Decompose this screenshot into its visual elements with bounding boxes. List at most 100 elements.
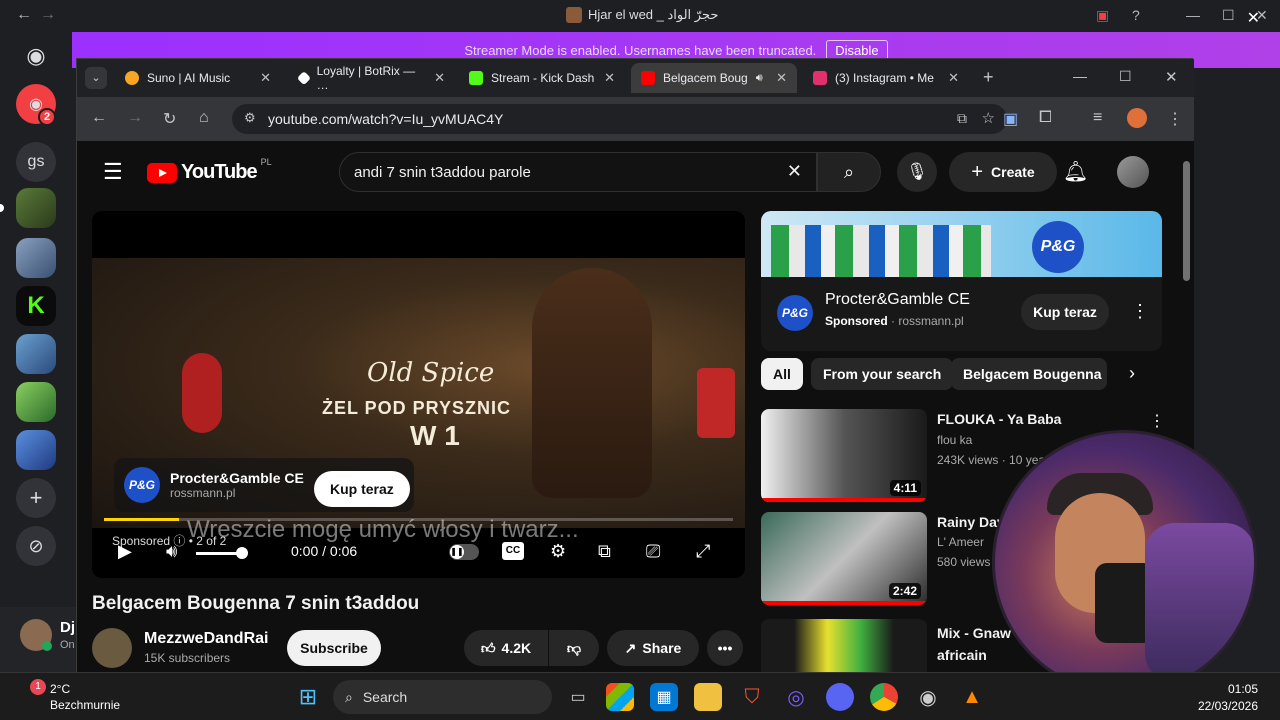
fullscreen-icon[interactable]: ⤢ [696, 541, 710, 562]
install-app-icon[interactable]: ⧉ [957, 110, 967, 127]
clear-search-icon[interactable]: ✕ [787, 161, 802, 182]
chevron-right-icon[interactable]: › [1129, 363, 1135, 384]
close-window-icon[interactable]: ✕ [1165, 68, 1178, 86]
help-icon[interactable]: ? [1132, 7, 1140, 23]
maximize-icon[interactable]: ☐ [1119, 68, 1132, 85]
tab-close-icon[interactable]: ✕ [776, 70, 787, 86]
related-title[interactable]: Mix - Gnaw [937, 625, 1011, 641]
tab-close-icon[interactable]: ✕ [434, 70, 445, 86]
new-tab-icon[interactable]: + [983, 67, 994, 88]
kick-server-icon[interactable]: K [16, 286, 56, 326]
home-icon[interactable]: ⌂ [199, 109, 209, 127]
share-button[interactable]: ↗ Share [607, 630, 699, 666]
related-thumbnail[interactable]: 2:42 [761, 512, 927, 605]
audio-playing-icon[interactable]: 🔊︎ [756, 72, 763, 85]
extensions-puzzle-icon[interactable]: ⧠ [1039, 109, 1052, 127]
related-thumbnail[interactable]: 4:11 [761, 409, 927, 502]
obs-icon[interactable]: ◉ [914, 683, 942, 711]
tab-botrix[interactable]: Loyalty | BotRix — … ✕ [289, 63, 455, 93]
discover-icon[interactable]: ⊘ [16, 526, 56, 566]
more-actions-button[interactable]: ••• [707, 630, 743, 666]
file-explorer-icon[interactable] [694, 683, 722, 711]
inbox-icon[interactable]: ▣ [1096, 7, 1109, 24]
brave-icon[interactable]: ⛉ [738, 683, 766, 711]
channel-avatar[interactable] [92, 628, 132, 668]
tab-kick[interactable]: Stream - Kick Dash ✕ [459, 63, 625, 93]
back-arrow-icon[interactable]: ← [16, 6, 32, 24]
subscribe-button[interactable]: Subscribe [287, 630, 381, 666]
chip-belgacem[interactable]: Belgacem Bougenna [951, 358, 1107, 390]
tab-close-icon[interactable]: ✕ [604, 70, 615, 86]
chip-all[interactable]: All [761, 358, 803, 390]
related-title-line2[interactable]: africain [937, 647, 987, 663]
site-info-icon[interactable]: ⚙ [244, 110, 256, 126]
account-avatar[interactable] [1117, 156, 1149, 188]
vlc-icon[interactable]: ▲ [958, 683, 986, 711]
taskbar-search[interactable]: ⌕ Search [333, 680, 552, 714]
related-title[interactable]: FLOUKA - Ya Baba [937, 411, 1061, 427]
menu-kebab-icon[interactable]: ⋮ [1167, 109, 1183, 129]
tab-youtube[interactable]: Belgacem Boug 🔊︎ ✕ [631, 63, 797, 93]
profile-avatar[interactable] [1127, 108, 1147, 128]
minimize-icon[interactable]: — [1073, 68, 1087, 84]
tab-instagram[interactable]: (3) Instagram • Me ✕ [803, 63, 969, 93]
server-gs[interactable]: gs [16, 142, 56, 182]
settings-gear-icon[interactable]: ⚙ [550, 541, 566, 562]
chip-from-your-search[interactable]: From your search [811, 358, 954, 390]
media-controls-icon[interactable]: ≡ [1093, 109, 1102, 127]
progress-bar[interactable] [104, 518, 733, 521]
ad-more-icon[interactable]: ⋮ [1131, 301, 1149, 322]
tab-search-icon[interactable]: ⌄ [85, 67, 107, 89]
store-icon[interactable]: ▦ [650, 683, 678, 711]
address-bar[interactable]: ⚙ youtube.com/watch?v=Iu_yvMUAC4Y ⧉ ☆ [232, 104, 1007, 134]
related-thumbnail[interactable] [761, 619, 927, 673]
like-button[interactable]: 👍︎ 4.2K [464, 630, 548, 666]
server-avatar[interactable] [16, 188, 56, 228]
captions-icon[interactable]: CC [502, 542, 524, 560]
system-clock[interactable]: 01:05 22/03/2026 [1198, 681, 1258, 715]
search-button[interactable]: ⌕ [817, 152, 881, 192]
dislike-button[interactable]: 👎︎ [549, 630, 599, 666]
autoplay-toggle[interactable]: ❚❚ [449, 544, 479, 560]
server-avatar[interactable] [16, 430, 56, 470]
windows-start-icon[interactable]: ⊞ [294, 683, 322, 711]
discord-taskbar-icon[interactable] [826, 683, 854, 711]
miniplayer-icon[interactable]: ⧉ [598, 541, 611, 562]
forward-icon[interactable]: → [127, 109, 143, 127]
weather-widget[interactable]: 2°C Bezchmurnie [50, 681, 120, 713]
scrollbar-thumb[interactable] [1183, 161, 1190, 281]
notifications-bell-icon[interactable]: 🔔︎ [1063, 159, 1088, 184]
discord-home-icon[interactable]: ◉ [16, 36, 56, 76]
play-icon[interactable]: ▶ [118, 541, 132, 562]
back-icon[interactable]: ← [91, 109, 107, 127]
create-button[interactable]: + Create [949, 152, 1057, 192]
related-title[interactable]: Rainy Day [937, 514, 1005, 530]
bookmark-star-icon[interactable]: ☆ [982, 109, 995, 127]
video-player[interactable]: Old Spice ŻEL POD PRYSZNIC W 1 P&G Proct… [92, 211, 745, 578]
kup-teraz-button[interactable]: Kup teraz [314, 471, 410, 507]
minimize-icon[interactable]: — [1186, 7, 1200, 23]
kup-teraz-button[interactable]: Kup teraz [1021, 294, 1109, 330]
youtube-logo[interactable]: YouTube PL [147, 157, 272, 184]
voice-search-button[interactable]: 🎙︎ [897, 152, 937, 192]
widgets-icon[interactable] [606, 683, 634, 711]
related-more-icon[interactable]: ⋮ [1149, 411, 1165, 431]
sidebar-ad-banner[interactable]: P&G [761, 211, 1162, 277]
search-input[interactable]: andi 7 snin t3addou parole ✕ [339, 152, 817, 192]
maximize-icon[interactable]: ☐ [1222, 7, 1235, 24]
channel-name[interactable]: MezzweDandRai [144, 630, 268, 648]
forward-arrow-icon[interactable]: → [40, 6, 56, 24]
add-server-icon[interactable]: + [16, 478, 56, 518]
volume-knob[interactable] [236, 547, 248, 559]
volume-icon[interactable]: 🔊︎ [166, 541, 177, 562]
tab-close-icon[interactable]: ✕ [260, 70, 271, 86]
banner-close-icon[interactable]: ✕ [1247, 8, 1260, 28]
chrome-taskbar-icon[interactable] [870, 683, 898, 711]
server-avatar[interactable] [16, 334, 56, 374]
tab-close-icon[interactable]: ✕ [948, 70, 959, 86]
reload-icon[interactable]: ↻ [163, 109, 176, 129]
server-avatar[interactable] [16, 382, 56, 422]
task-view-icon[interactable]: ▭ [564, 683, 592, 711]
server-avatar[interactable] [16, 238, 56, 278]
app-icon[interactable]: ◎ [782, 683, 810, 711]
